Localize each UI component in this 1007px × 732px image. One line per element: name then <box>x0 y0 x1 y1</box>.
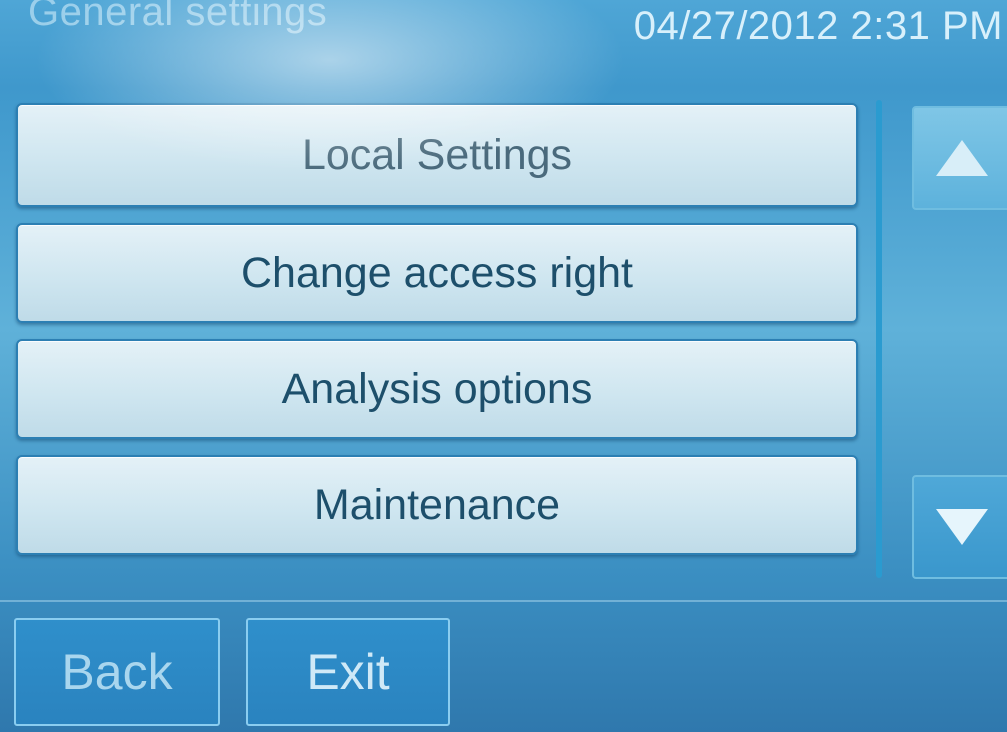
scroll-up-button[interactable] <box>912 106 1007 210</box>
triangle-down-icon <box>936 509 988 545</box>
maintenance-button[interactable]: Maintenance <box>16 455 858 555</box>
settings-menu: Local Settings Change access right Analy… <box>16 103 858 555</box>
scroll-down-button[interactable] <box>912 475 1007 579</box>
analysis-options-button[interactable]: Analysis options <box>16 339 858 439</box>
footer-divider <box>0 600 1007 602</box>
local-settings-button[interactable]: Local Settings <box>16 103 858 207</box>
touch-screen: General settings 04/27/2012 2:31 PM Loca… <box>0 0 1007 732</box>
date-time-display: 04/27/2012 2:31 PM <box>633 4 1003 48</box>
scrollbar[interactable] <box>876 100 882 578</box>
triangle-up-icon <box>936 140 988 176</box>
page-title: General settings <box>28 0 328 34</box>
change-access-right-button[interactable]: Change access right <box>16 223 858 323</box>
exit-button[interactable]: Exit <box>246 618 450 726</box>
back-button[interactable]: Back <box>14 618 220 726</box>
